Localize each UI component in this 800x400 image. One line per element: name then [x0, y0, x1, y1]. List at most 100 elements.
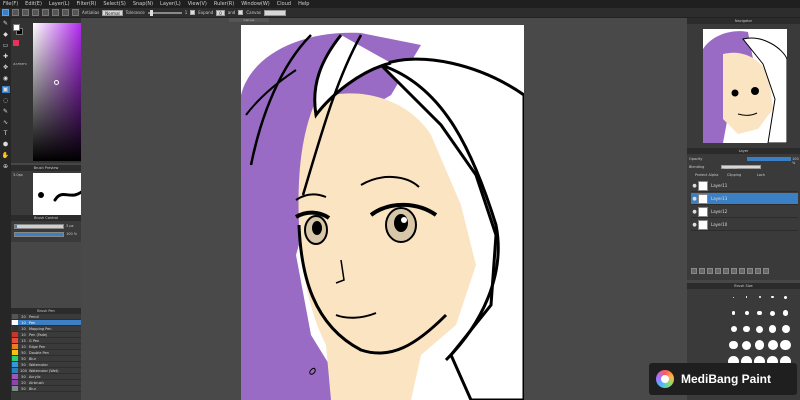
brush-size-dot[interactable] [779, 323, 792, 335]
brush-size-dot[interactable] [753, 339, 766, 351]
antialias-select[interactable]: Normal [102, 9, 123, 16]
brush-size-dot[interactable] [740, 307, 753, 319]
expand-input[interactable]: 0 [216, 9, 225, 16]
menu-item[interactable]: Ruler(R) [214, 0, 234, 8]
navigator-panel: Navigator [687, 18, 800, 148]
copy-layer-icon[interactable] [723, 268, 729, 274]
brush-size-grid [727, 291, 792, 367]
brush-size-dot[interactable] [753, 323, 766, 335]
tolerance-slider[interactable] [147, 9, 182, 16]
brush-name: Acrylic [29, 374, 41, 379]
brush-size-bar[interactable] [14, 224, 64, 229]
delete-layer-icon[interactable] [763, 268, 769, 274]
menu-item[interactable]: Layer(L) [160, 0, 181, 8]
swap-colors-icon[interactable] [13, 40, 19, 46]
menu-item[interactable]: Filter(R) [77, 0, 97, 8]
brush-size-dot[interactable] [740, 339, 753, 351]
eye-icon[interactable]: ● [691, 196, 698, 202]
menu-item[interactable]: Cloud [277, 0, 291, 8]
brush-size-dot[interactable] [727, 339, 740, 351]
antialias-checkbox[interactable] [190, 10, 196, 15]
option-button[interactable] [12, 9, 19, 16]
brush-size-dot[interactable] [766, 323, 779, 335]
pen-icon[interactable]: ✎ [2, 20, 10, 27]
brush-opacity-value: 100 % [66, 232, 78, 236]
menu-item[interactable]: Help [298, 0, 309, 8]
text-icon[interactable]: T [2, 130, 10, 137]
brush-size-dot[interactable] [779, 307, 792, 319]
layer-row[interactable]: ● Layer10 [691, 219, 798, 231]
menu-item[interactable]: Layer(L) [49, 0, 70, 8]
eraser-icon[interactable]: ◆ [2, 31, 10, 38]
shape-icon[interactable]: ◉ [2, 75, 10, 82]
brush-opacity-bar[interactable] [14, 232, 64, 237]
option-button[interactable] [42, 9, 49, 16]
move-icon[interactable]: ✥ [2, 64, 10, 71]
brush-size-dot[interactable] [753, 307, 766, 319]
artwork-canvas[interactable] [241, 25, 524, 400]
clipping-checkbox[interactable]: Clipping [727, 173, 741, 177]
sv-cursor[interactable] [54, 80, 59, 85]
menu-item[interactable]: File(F) [3, 0, 18, 8]
layer-settings-icon[interactable] [755, 268, 761, 274]
zoom-icon[interactable]: ⊕ [2, 163, 10, 170]
menu-item[interactable]: Window(W) [241, 0, 270, 8]
lasso-icon[interactable]: ✎ [2, 108, 10, 115]
layer-name: Layer10 [711, 222, 728, 227]
check-icon[interactable]: ✚ [2, 53, 10, 60]
canvas-tab[interactable]: Canvas [229, 18, 269, 22]
menu-item[interactable]: Edit(E) [25, 0, 42, 8]
move-down-icon[interactable] [747, 268, 753, 274]
brush-size-dot[interactable] [766, 307, 779, 319]
option-button[interactable] [22, 9, 29, 16]
layer-row[interactable]: ● Layer11 [691, 180, 798, 192]
blending-select[interactable]: Normal [721, 165, 761, 170]
foreground-color-swatch[interactable] [13, 24, 20, 31]
merge-down-icon[interactable] [731, 268, 737, 274]
menu-item[interactable]: Snap(N) [133, 0, 153, 8]
lock-checkbox[interactable]: Lock [757, 173, 765, 177]
brush-size-dot[interactable] [779, 291, 792, 303]
option-button[interactable] [62, 9, 69, 16]
fill-tool-button[interactable] [2, 9, 9, 16]
canvas-checkbox[interactable] [238, 10, 244, 15]
eye-icon[interactable]: ● [691, 222, 698, 228]
saturation-value-picker[interactable] [33, 23, 81, 161]
new-1bit-layer-icon[interactable] [715, 268, 721, 274]
eye-icon[interactable]: ● [691, 209, 698, 215]
brush-size: 100 [20, 368, 27, 373]
brush-size-dot[interactable] [766, 339, 779, 351]
move-up-icon[interactable] [739, 268, 745, 274]
gradient-icon[interactable]: ◌ [2, 97, 10, 104]
option-button[interactable] [52, 9, 59, 16]
brush-size-dot[interactable] [740, 291, 753, 303]
brush-size-dot[interactable] [779, 339, 792, 351]
brush-size-dot[interactable] [727, 323, 740, 335]
menu-item[interactable]: Select(S) [103, 0, 126, 8]
hand-icon[interactable]: ✋ [2, 152, 10, 159]
menu-item[interactable]: View(V) [188, 0, 207, 8]
brush-size-dot[interactable] [727, 291, 740, 303]
new-layer-icon[interactable] [691, 268, 697, 274]
select-rect-icon[interactable]: ▭ [2, 42, 10, 49]
brush-size-dot[interactable] [727, 307, 740, 319]
layer-opacity-slider[interactable] [747, 157, 791, 161]
reference-select[interactable] [264, 9, 287, 16]
brush-list-item[interactable]: 50 Blur [11, 386, 81, 392]
option-button[interactable] [32, 9, 39, 16]
dropper-icon[interactable]: ⬢ [2, 141, 10, 148]
navigator-thumbnail[interactable] [703, 29, 787, 143]
eye-icon[interactable]: ● [691, 183, 698, 189]
option-button[interactable] [72, 9, 79, 16]
new-8bit-layer-icon[interactable] [707, 268, 713, 274]
blur-icon[interactable]: ∿ [2, 119, 10, 126]
fill-icon[interactable]: ▣ [1, 86, 10, 93]
protect-alpha-checkbox[interactable]: Protect Alpha [695, 173, 718, 177]
brush-size-dot[interactable] [766, 291, 779, 303]
brush-size: 20 [21, 314, 26, 319]
layer-row[interactable]: ● Layer13 [691, 193, 798, 205]
brush-size-dot[interactable] [753, 291, 766, 303]
layer-row[interactable]: ● Layer12 [691, 206, 798, 218]
brush-size-dot[interactable] [740, 323, 753, 335]
new-halftone-layer-icon[interactable] [699, 268, 705, 274]
